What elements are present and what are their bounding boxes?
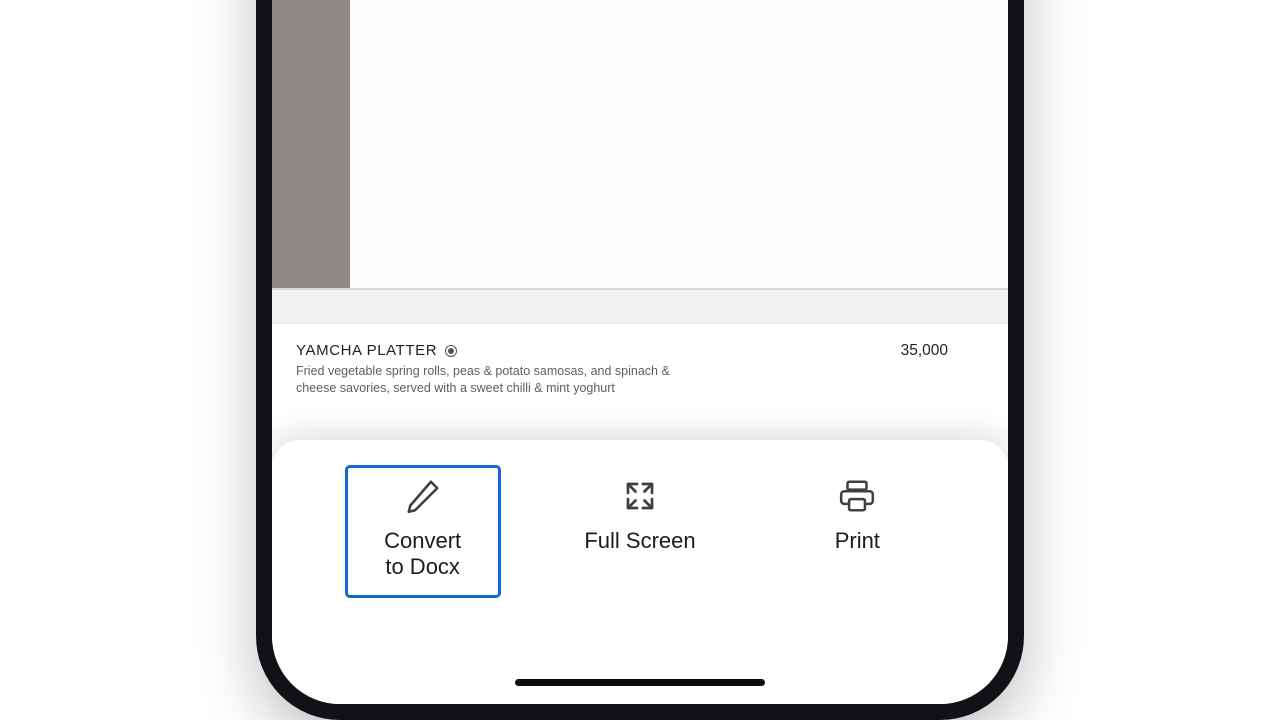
viewport: with chickpea puree, spring onions & ses… (0, 0, 1280, 720)
action-label: Convert (384, 528, 461, 553)
veg-icon (445, 345, 457, 357)
document-page-2: YAMCHA PLATTER Fried vegetable spring ro… (272, 324, 1008, 427)
home-indicator[interactable] (515, 679, 765, 686)
action-sheet: Convert to Docx Full Screen (272, 440, 1008, 704)
page-separator (272, 288, 1008, 324)
action-label: Full Screen (584, 528, 695, 554)
menu-item-name: YAMCHA PLATTER (296, 342, 437, 359)
page-margin (272, 0, 350, 306)
phone-screen: with chickpea puree, spring onions & ses… (272, 0, 1008, 704)
document-preview[interactable]: with chickpea puree, spring onions & ses… (272, 0, 1008, 456)
menu-item: YAMCHA PLATTER Fried vegetable spring ro… (272, 324, 1008, 397)
menu-item-desc: Fried vegetable spring rolls, peas & pot… (296, 363, 696, 397)
convert-to-docx-button[interactable]: Convert to Docx (348, 468, 498, 595)
action-label: to Docx (385, 554, 460, 579)
pencil-icon (401, 474, 445, 518)
full-screen-button[interactable]: Full Screen (565, 474, 715, 554)
print-button[interactable]: Print (782, 474, 932, 554)
expand-icon (618, 474, 662, 518)
action-label: Print (835, 528, 880, 554)
menu-item-price: 35,000 (881, 342, 948, 397)
phone-frame: with chickpea puree, spring onions & ses… (256, 0, 1024, 720)
printer-icon (835, 474, 879, 518)
